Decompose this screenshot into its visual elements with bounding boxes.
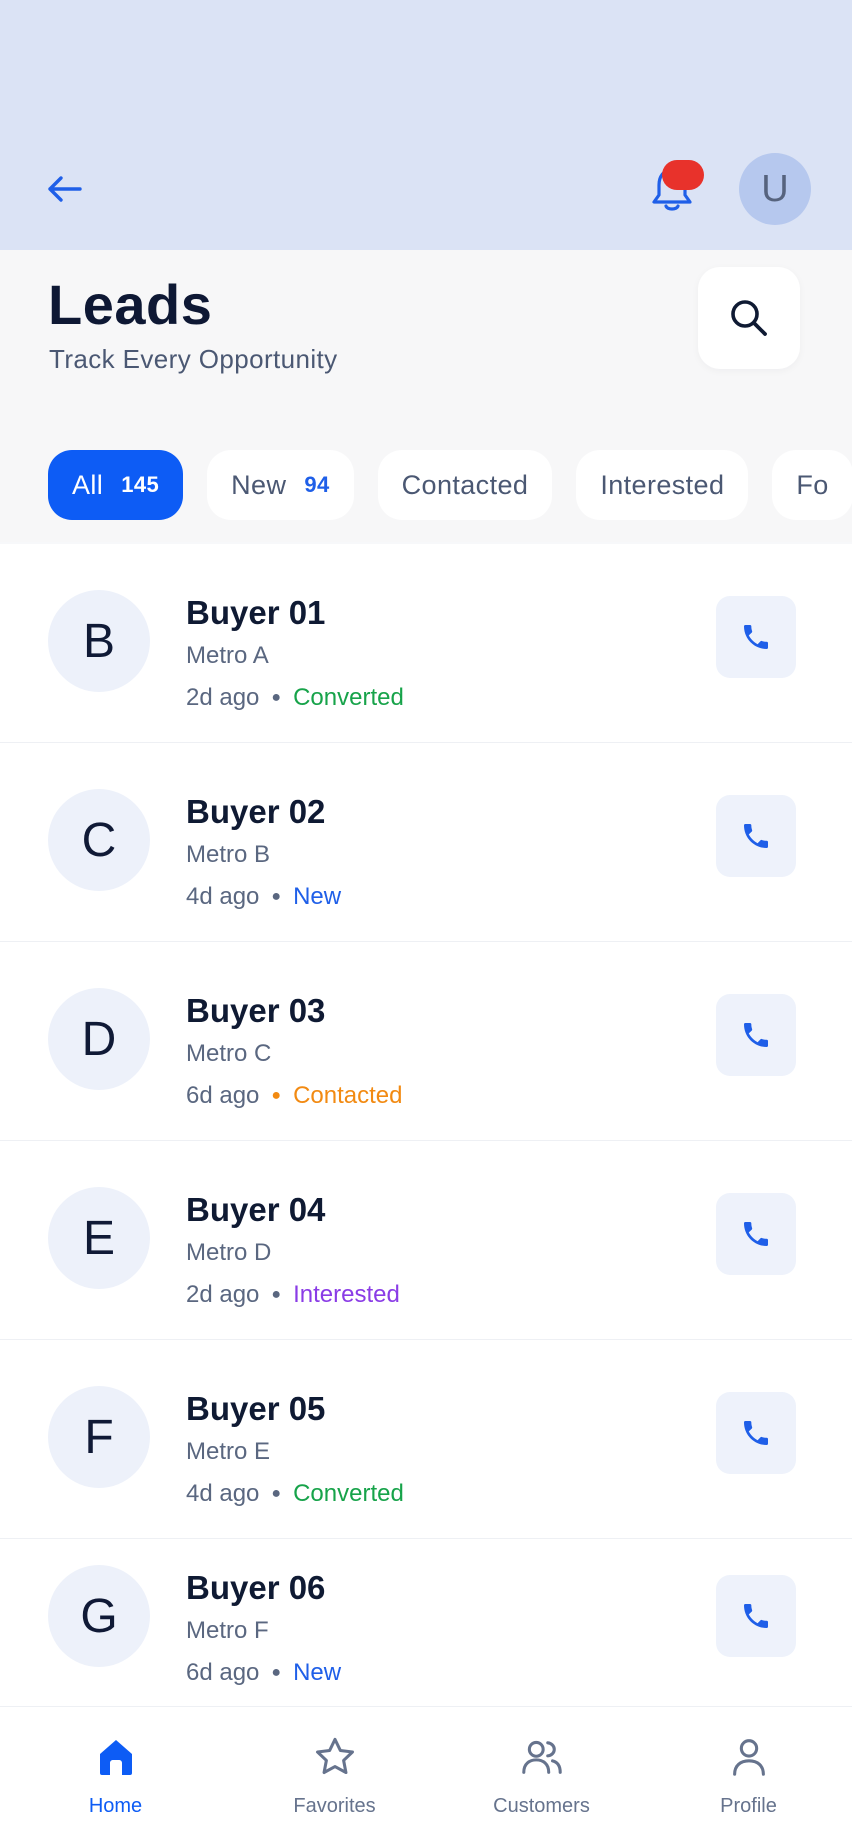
separator-dot: ● [271,689,282,706]
lead-location: Metro A [186,642,269,669]
separator-dot: ● [271,888,282,905]
bottom-navigation: Home Favorites Customers Profile [0,1706,852,1846]
arrow-left-icon [48,176,82,202]
nav-profile[interactable]: Profile [645,1707,852,1846]
lead-avatar: G [48,1565,150,1667]
tab-label: Interested [600,469,725,500]
lead-location: Metro E [186,1438,271,1465]
nav-home[interactable]: Home [0,1707,231,1846]
leads-list: B Buyer 01 Metro A 2d ago ● Converted C … [0,544,852,1706]
tab-interested[interactable]: Interested [576,450,749,520]
lead-avatar: D [48,988,150,1090]
avatar[interactable]: U [739,153,811,225]
lead-time: 6d ago [186,1082,260,1109]
lead-name: Buyer 01 [186,594,326,631]
lead-time: 6d ago [186,1659,260,1686]
users-icon [521,1740,562,1774]
nav-customers[interactable]: Customers [438,1707,645,1846]
lead-location: Metro D [186,1239,272,1266]
lead-avatar: E [48,1187,150,1289]
lead-location: Metro F [186,1617,269,1644]
tab-label: Fo [796,469,829,500]
tab-partial[interactable]: Fo [772,450,852,520]
filter-tabs: All 145 New 94 Contacted Interested Fo [48,450,852,520]
call-button[interactable] [716,596,796,678]
lead-time: 4d ago [186,1480,260,1507]
nav-favorites[interactable]: Favorites [231,1707,438,1846]
list-item[interactable]: G Buyer 06 Metro F 6d ago ● New [0,1539,852,1706]
nav-label: Home [88,1795,143,1817]
list-item[interactable]: C Buyer 02 Metro B 4d ago ● New [0,743,852,942]
lead-location: Metro B [186,841,271,868]
phone-icon [744,1222,768,1246]
nav-label: Customers [493,1795,590,1817]
top-bar [0,0,852,250]
status-badge: Interested [293,1281,400,1308]
lead-location: Metro C [186,1040,272,1067]
list-item[interactable]: F Buyer 05 Metro E 4d ago ● Converted [0,1340,852,1539]
status-badge: Contacted [293,1082,403,1109]
call-button[interactable] [716,1392,796,1474]
lead-meta: 2d ago ● Interested [186,1281,400,1309]
search-button[interactable] [698,267,800,369]
list-item[interactable]: E Buyer 04 Metro D 2d ago ● Interested [0,1141,852,1340]
separator-dot: ● [271,1286,282,1303]
phone-icon [744,625,768,649]
lead-avatar: B [48,590,150,692]
lead-avatar: C [48,789,150,891]
nav-label: Favorites [293,1795,376,1817]
phone-icon [744,1421,768,1445]
notification-badge [662,160,704,190]
phone-icon [744,1023,768,1047]
status-badge: New [293,883,342,910]
lead-name: Buyer 03 [186,992,326,1029]
page-title: Leads [48,273,213,336]
tab-contacted[interactable]: Contacted [377,450,553,520]
status-badge: New [293,1659,342,1686]
page-subtitle: Track Every Opportunity [49,344,338,374]
lead-name: Buyer 05 [186,1390,326,1427]
tab-label: All [72,469,104,500]
lead-name: Buyer 04 [186,1191,326,1228]
call-button[interactable] [716,994,796,1076]
lead-time: 2d ago [186,1281,260,1308]
tab-new[interactable]: New 94 [207,450,354,520]
lead-time: 2d ago [186,684,260,711]
user-icon [732,1739,765,1776]
lead-name: Buyer 02 [186,793,326,830]
lead-name: Buyer 06 [186,1569,326,1606]
back-button[interactable] [40,168,88,210]
lead-meta: 6d ago ● New [186,1659,341,1687]
search-icon [731,300,767,336]
tab-count: 145 [121,472,160,497]
tab-all[interactable]: All 145 [48,450,184,520]
lead-meta: 6d ago ● Contacted [186,1082,402,1110]
home-icon [99,1740,132,1775]
star-icon [315,1737,354,1775]
list-item[interactable]: D Buyer 03 Metro C 6d ago ● Contacted [0,942,852,1141]
call-button[interactable] [716,795,796,877]
phone-icon [744,1604,768,1628]
tab-label: New [231,469,287,500]
tab-label: Contacted [401,469,529,500]
tab-count: 94 [304,472,330,497]
lead-meta: 4d ago ● Converted [186,1480,404,1508]
nav-label: Profile [720,1795,777,1817]
separator-dot: ● [271,1087,282,1104]
call-button[interactable] [716,1193,796,1275]
separator-dot: ● [271,1664,282,1681]
lead-meta: 4d ago ● New [186,883,341,911]
lead-meta: 2d ago ● Converted [186,684,404,712]
separator-dot: ● [271,1485,282,1502]
call-button[interactable] [716,1575,796,1657]
status-badge: Converted [293,684,404,711]
lead-time: 4d ago [186,883,260,910]
status-badge: Converted [293,1480,404,1507]
lead-avatar: F [48,1386,150,1488]
phone-icon [744,824,768,848]
list-item[interactable]: B Buyer 01 Metro A 2d ago ● Converted [0,544,852,743]
